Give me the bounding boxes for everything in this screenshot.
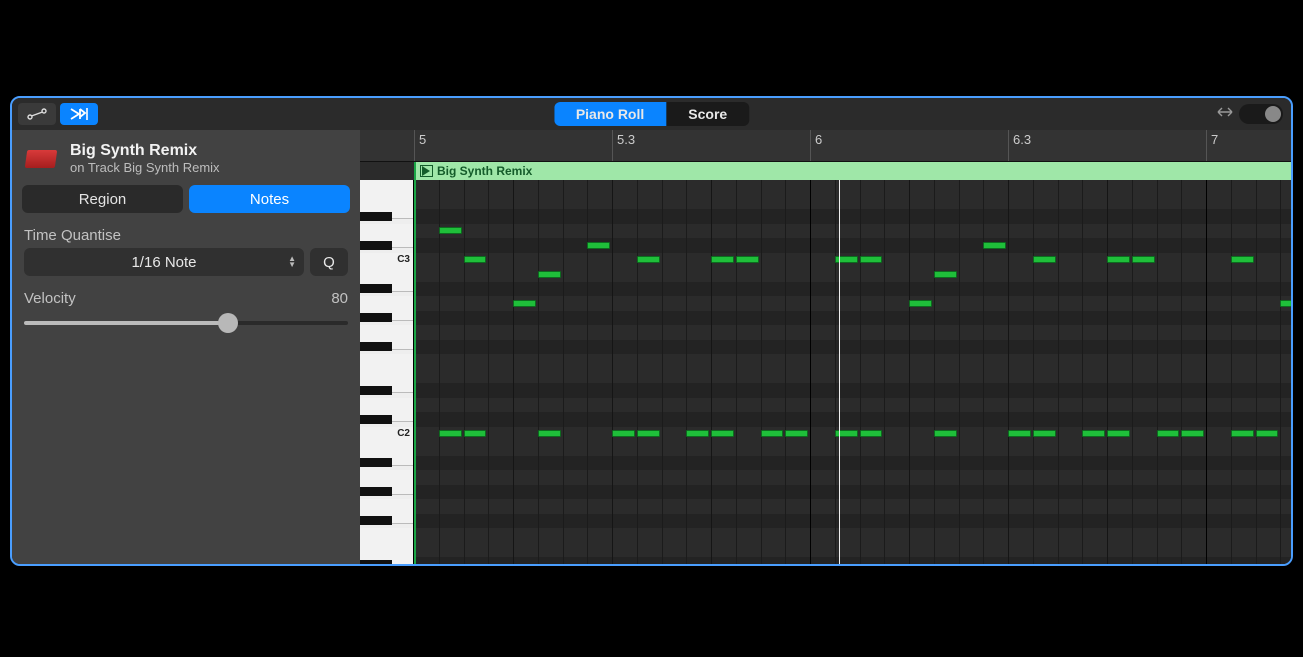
midi-note[interactable]	[934, 271, 957, 278]
callout-top-2	[522, 0, 523, 96]
region-name-bar[interactable]: Big Synth Remix	[414, 162, 1291, 180]
time-quantise-label: Time Quantise	[24, 227, 348, 244]
midi-note[interactable]	[1107, 430, 1130, 437]
region-name-label: Big Synth Remix	[437, 164, 532, 178]
midi-note[interactable]	[612, 430, 635, 437]
region-header-bar: Big Synth Remix	[360, 162, 1291, 180]
midi-note[interactable]	[909, 300, 932, 307]
callout-bottom-bracket-2	[400, 574, 1293, 594]
region-title: Big Synth Remix	[70, 142, 220, 160]
midi-note[interactable]	[538, 271, 561, 278]
midi-note[interactable]	[785, 430, 808, 437]
midi-note[interactable]	[464, 256, 487, 263]
region-play-icon	[420, 165, 433, 177]
midi-note[interactable]	[439, 227, 462, 234]
playhead[interactable]	[839, 180, 840, 564]
horizontal-zoom-icon	[1217, 105, 1233, 123]
ruler-tick: 6.3	[1008, 130, 1031, 161]
inspector-header: Big Synth Remix on Track Big Synth Remix	[12, 136, 360, 179]
midi-note[interactable]	[711, 256, 734, 263]
midi-note[interactable]	[860, 430, 883, 437]
midi-note[interactable]	[835, 256, 858, 263]
time-quantise-select[interactable]: 1/16 Note ▲▼	[24, 248, 304, 276]
tab-notes[interactable]: Notes	[189, 185, 350, 213]
quantise-button[interactable]: Q	[310, 248, 348, 276]
midi-note[interactable]	[761, 430, 784, 437]
piano-roll-area: 5 5.3 6 6.3 7 Big Synth Remix C3 C2	[360, 130, 1291, 564]
midi-note[interactable]	[1280, 300, 1291, 307]
note-grid-container: C3 C2	[360, 180, 1291, 564]
velocity-value: 80	[331, 290, 348, 307]
tab-piano-roll[interactable]: Piano Roll	[554, 102, 666, 126]
midi-note[interactable]	[1181, 430, 1204, 437]
callout-bottom-bracket-1	[10, 574, 360, 594]
midi-note[interactable]	[1231, 430, 1254, 437]
track-instrument-icon	[22, 144, 60, 174]
tab-region[interactable]: Region	[22, 185, 183, 213]
midi-note[interactable]	[464, 430, 487, 437]
callout-bottom-stem-1	[165, 594, 166, 657]
midi-note[interactable]	[1008, 430, 1031, 437]
callout-bottom-stem-2	[842, 594, 843, 657]
midi-note[interactable]	[711, 430, 734, 437]
midi-note[interactable]	[1157, 430, 1180, 437]
midi-note[interactable]	[538, 430, 561, 437]
ruler-tick: 5.3	[612, 130, 635, 161]
ruler-tick: 6	[810, 130, 822, 161]
midi-note[interactable]	[637, 430, 660, 437]
time-ruler[interactable]: 5 5.3 6 6.3 7	[360, 130, 1291, 162]
midi-note[interactable]	[1107, 256, 1130, 263]
piano-keyboard[interactable]: C3 C2	[360, 180, 414, 564]
editor-toolbar: Piano Roll Score	[12, 98, 1291, 130]
ruler-tick: 7	[1206, 130, 1218, 161]
midi-note[interactable]	[1132, 256, 1155, 263]
zoom-knob[interactable]	[1265, 106, 1281, 122]
ruler-tick: 5	[414, 130, 426, 161]
midi-note[interactable]	[1082, 430, 1105, 437]
midi-note[interactable]	[1033, 256, 1056, 263]
midi-note[interactable]	[983, 242, 1006, 249]
midi-note[interactable]	[860, 256, 883, 263]
toolbar-right-group	[1217, 104, 1283, 124]
catch-playhead-button[interactable]	[60, 103, 98, 125]
midi-note[interactable]	[513, 300, 536, 307]
midi-note[interactable]	[1231, 256, 1254, 263]
toolbar-left-group	[12, 103, 98, 125]
velocity-handle[interactable]	[218, 313, 238, 333]
tab-score[interactable]: Score	[666, 102, 749, 126]
velocity-label: Velocity	[24, 290, 76, 307]
inspector-tabs: Region Notes	[12, 179, 360, 223]
midi-note[interactable]	[736, 256, 759, 263]
velocity-slider[interactable]	[24, 311, 348, 335]
piano-roll-editor: Piano Roll Score Big Synth Remix on Trac…	[10, 96, 1293, 566]
midi-note[interactable]	[835, 430, 858, 437]
select-stepper-icon: ▲▼	[288, 256, 296, 268]
midi-note[interactable]	[934, 430, 957, 437]
automation-tool-button[interactable]	[18, 103, 56, 125]
view-mode-segment: Piano Roll Score	[554, 102, 749, 126]
midi-note[interactable]	[439, 430, 462, 437]
note-grid[interactable]	[414, 180, 1291, 564]
midi-note[interactable]	[1256, 430, 1279, 437]
midi-note[interactable]	[1033, 430, 1056, 437]
time-quantise-value: 1/16 Note	[131, 254, 196, 271]
region-subtitle: on Track Big Synth Remix	[70, 160, 220, 175]
midi-note[interactable]	[686, 430, 709, 437]
key-label: C2	[396, 427, 411, 441]
midi-note[interactable]	[637, 256, 660, 263]
key-label: C3	[396, 253, 411, 267]
horizontal-zoom-slider[interactable]	[1239, 104, 1283, 124]
inspector-panel: Big Synth Remix on Track Big Synth Remix…	[12, 130, 360, 564]
callout-top-1	[169, 0, 170, 96]
midi-note[interactable]	[587, 242, 610, 249]
